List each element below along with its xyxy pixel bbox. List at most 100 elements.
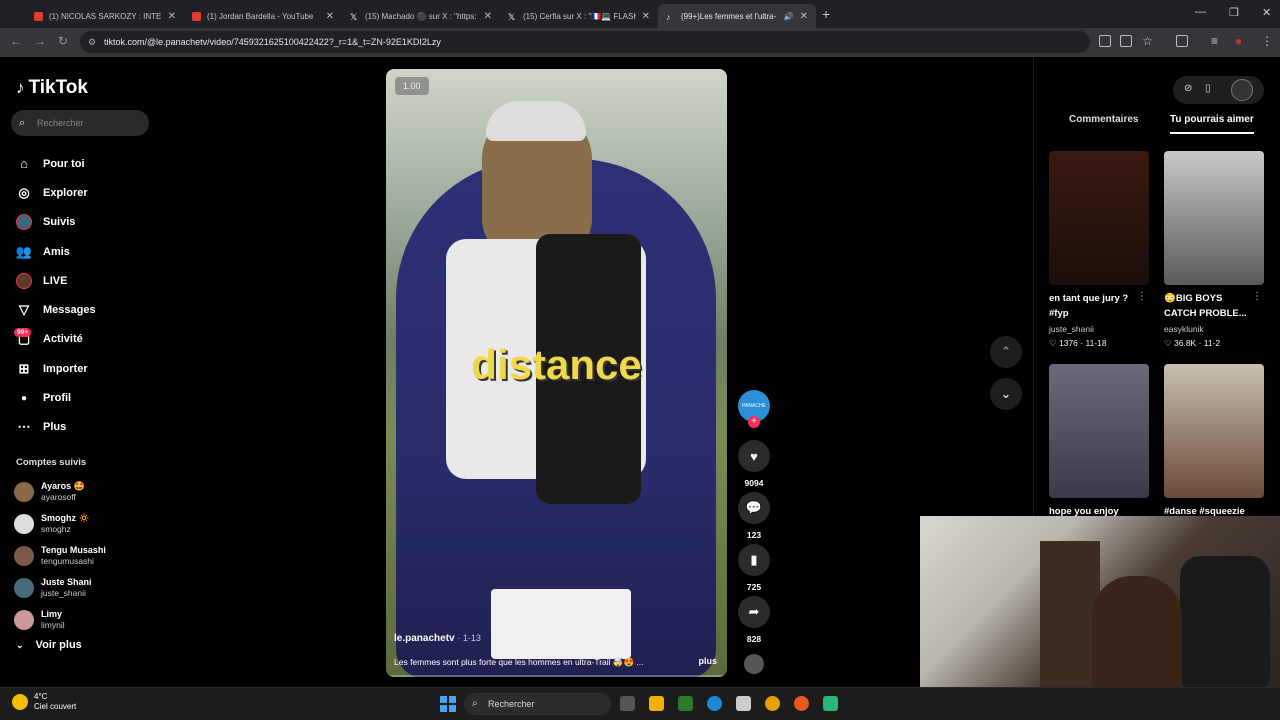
close-icon[interactable]: ✕ <box>484 11 492 22</box>
chrome-icon[interactable] <box>765 696 780 711</box>
reading-list-icon[interactable]: ≡ <box>1211 34 1218 48</box>
video-author[interactable]: le.panachetv · 1-13 <box>394 633 481 644</box>
followed-account[interactable]: Smoghz 🔅 smoghz <box>14 508 154 540</box>
minimize-icon[interactable]: — <box>1195 6 1206 18</box>
store-icon[interactable] <box>736 696 751 711</box>
tab-commentaires[interactable]: Commentaires <box>1069 114 1138 125</box>
edge-icon[interactable] <box>707 696 722 711</box>
sidebar-item-importer[interactable]: ⊞ Importer <box>16 354 156 383</box>
profile-icon[interactable]: ● <box>1235 34 1242 48</box>
bookmark-star-icon[interactable]: ☆ <box>1142 34 1153 48</box>
maximize-icon[interactable]: ❐ <box>1229 6 1239 19</box>
more-options-icon[interactable]: ⋮ <box>1137 291 1147 302</box>
sidebar-item-plus[interactable]: ⋯ Plus <box>16 413 156 442</box>
tiktok-note-icon: ♪ <box>16 78 25 97</box>
weather-widget[interactable]: 4°C Ciel couvert <box>12 692 76 712</box>
share-action[interactable]: ➦ 828 <box>738 596 770 644</box>
sidebar-item-pour-toi[interactable]: ⌂ Pour toi <box>16 149 156 178</box>
site-info-icon[interactable]: ⚙ <box>88 31 96 53</box>
browser-tab[interactable]: 𝕏 (15) Machado ⚫ sur X : "https: ✕ <box>342 4 500 28</box>
sidebar-item-amis[interactable]: 👥 Amis <box>16 237 156 266</box>
card-meta: ♡ 36.8K · 11-2 <box>1164 338 1221 348</box>
file-explorer-icon[interactable] <box>649 696 664 711</box>
search-input[interactable]: ⌕ Rechercher <box>11 110 149 136</box>
sidebar-item-activite[interactable]: ▢ Activité 99+ <box>14 325 156 354</box>
music-disc-icon[interactable] <box>744 654 764 674</box>
see-more-button[interactable]: ⌄ Voir plus <box>16 639 82 651</box>
more-button[interactable]: plus <box>698 656 717 666</box>
comment-action[interactable]: 💬 123 <box>738 492 770 540</box>
firefox-icon[interactable] <box>794 696 809 711</box>
like-action[interactable]: ♥ 9094 <box>738 440 770 488</box>
windows-start-icon[interactable] <box>440 696 456 712</box>
weather-icon <box>12 694 28 710</box>
video-thumbnail <box>1164 364 1264 498</box>
sidebar-item-live[interactable]: LIVE <box>16 266 156 295</box>
tab-title: (1) NICOLAS SARKOZY : INTERV <box>49 11 162 21</box>
card-user: easyklunik <box>1164 324 1204 334</box>
previous-video-button[interactable]: ⌃ <box>990 336 1022 368</box>
sidebar: ♪ TikTok ⌕ Rechercher ⌂ Pour toi ◎ Explore… <box>0 57 160 687</box>
cast-icon[interactable] <box>1120 35 1132 47</box>
browser-tab[interactable]: (1) NICOLAS SARKOZY : INTERV ✕ <box>26 4 184 28</box>
followed-account[interactable]: Tengu Musashi tengumusashi <box>14 540 154 572</box>
taskbar-search[interactable]: ⌕ Rechercher <box>464 693 611 715</box>
browser-menu-icon[interactable]: ⋮ <box>1261 34 1273 48</box>
recommended-video-card[interactable]: hope you enjoy <box>1049 364 1149 519</box>
chevron-down-icon: ⌄ <box>16 639 24 650</box>
forward-icon[interactable]: → <box>34 34 46 48</box>
nvidia-icon[interactable] <box>678 696 693 711</box>
browser-tab-active[interactable]: ♪ (99+)Les femmes et l'ultra- 🔊 ✕ <box>658 4 816 28</box>
close-icon[interactable]: ✕ <box>326 11 334 22</box>
translate-icon[interactable] <box>1099 35 1111 47</box>
app-icon[interactable] <box>823 696 838 711</box>
tab-title: (15) Machado ⚫ sur X : "https: <box>365 11 477 21</box>
youtube-icon <box>34 11 43 21</box>
search-icon: ⌕ <box>19 117 26 129</box>
recommended-video-card[interactable]: 😳BIG BOYS CATCH PROBLE... ⋮ easyklunik ♡… <box>1164 151 1264 349</box>
browser-tab[interactable]: (1) Jordan Bardella - YouTube ✕ <box>184 4 342 28</box>
taskbar <box>0 687 1280 720</box>
recommended-video-card[interactable]: en tant que jury ? #fyp ⋮ juste_shanii ♡… <box>1049 151 1149 349</box>
user-avatar[interactable] <box>1231 79 1253 101</box>
explore-icon[interactable]: ⊘ <box>1184 83 1192 94</box>
follow-plus-icon[interactable]: + <box>748 416 760 428</box>
tab-title: (15) Cerfia sur X : "🇫🇷💻 FLASH <box>523 11 636 21</box>
close-icon[interactable]: ✕ <box>800 11 808 22</box>
speaker-icon[interactable]: 🔊 <box>784 12 794 21</box>
x-icon: 𝕏 <box>508 11 516 22</box>
tab-title: (99+)Les femmes et l'ultra- <box>681 11 777 21</box>
new-tab-button[interactable]: + <box>822 6 830 22</box>
recommended-video-card[interactable]: #danse #squeezie <box>1164 364 1264 519</box>
url-text: tiktok.com/@le.panachetv/video/745932162… <box>104 37 441 47</box>
more-options-icon[interactable]: ⋮ <box>1252 291 1262 302</box>
reload-icon[interactable]: ↻ <box>58 34 68 48</box>
search-icon: ⌕ <box>472 698 478 709</box>
following-icon <box>16 214 32 231</box>
device-icon[interactable]: ▯ <box>1205 83 1211 94</box>
browser-tab[interactable]: 𝕏 (15) Cerfia sur X : "🇫🇷💻 FLASH ✕ <box>500 4 658 28</box>
back-icon[interactable]: ← <box>10 34 22 48</box>
card-title: en tant que jury ? #fyp <box>1049 293 1129 319</box>
extensions-icon[interactable] <box>1176 35 1188 47</box>
sidebar-item-suivis[interactable]: Suivis <box>16 208 156 237</box>
next-video-button[interactable]: ⌄ <box>990 378 1022 410</box>
video-progress-bar[interactable] <box>386 675 727 677</box>
video-player[interactable]: 1.00 distance le.panachetv · 1-13 Les fe… <box>386 69 727 677</box>
close-icon[interactable]: ✕ <box>642 11 650 22</box>
followed-account[interactable]: Ayaros 🤩 ayarosoff <box>14 476 154 508</box>
close-icon[interactable]: ✕ <box>168 11 176 22</box>
sidebar-item-profil[interactable]: ● Profil <box>16 383 156 412</box>
sidebar-item-messages[interactable]: ▽ Messages <box>16 295 156 324</box>
followed-account[interactable]: Juste Shani juste_shanii <box>14 572 154 604</box>
tab-tu-pourrais-aimer[interactable]: Tu pourrais aimer <box>1170 114 1254 134</box>
sidebar-item-explorer[interactable]: ◎ Explorer <box>16 178 156 207</box>
close-window-icon[interactable]: ✕ <box>1262 6 1271 19</box>
playback-speed[interactable]: 1.00 <box>395 77 429 95</box>
tiktok-logo[interactable]: ♪ TikTok <box>16 77 88 99</box>
followed-account[interactable]: Limy limynil <box>14 604 154 636</box>
task-view-icon[interactable] <box>620 696 635 711</box>
save-action[interactable]: ▮ 725 <box>738 544 770 592</box>
video-overlay-text: distance <box>471 341 642 388</box>
url-input[interactable]: ⚙ tiktok.com/@le.panachetv/video/7459321… <box>80 31 1090 53</box>
